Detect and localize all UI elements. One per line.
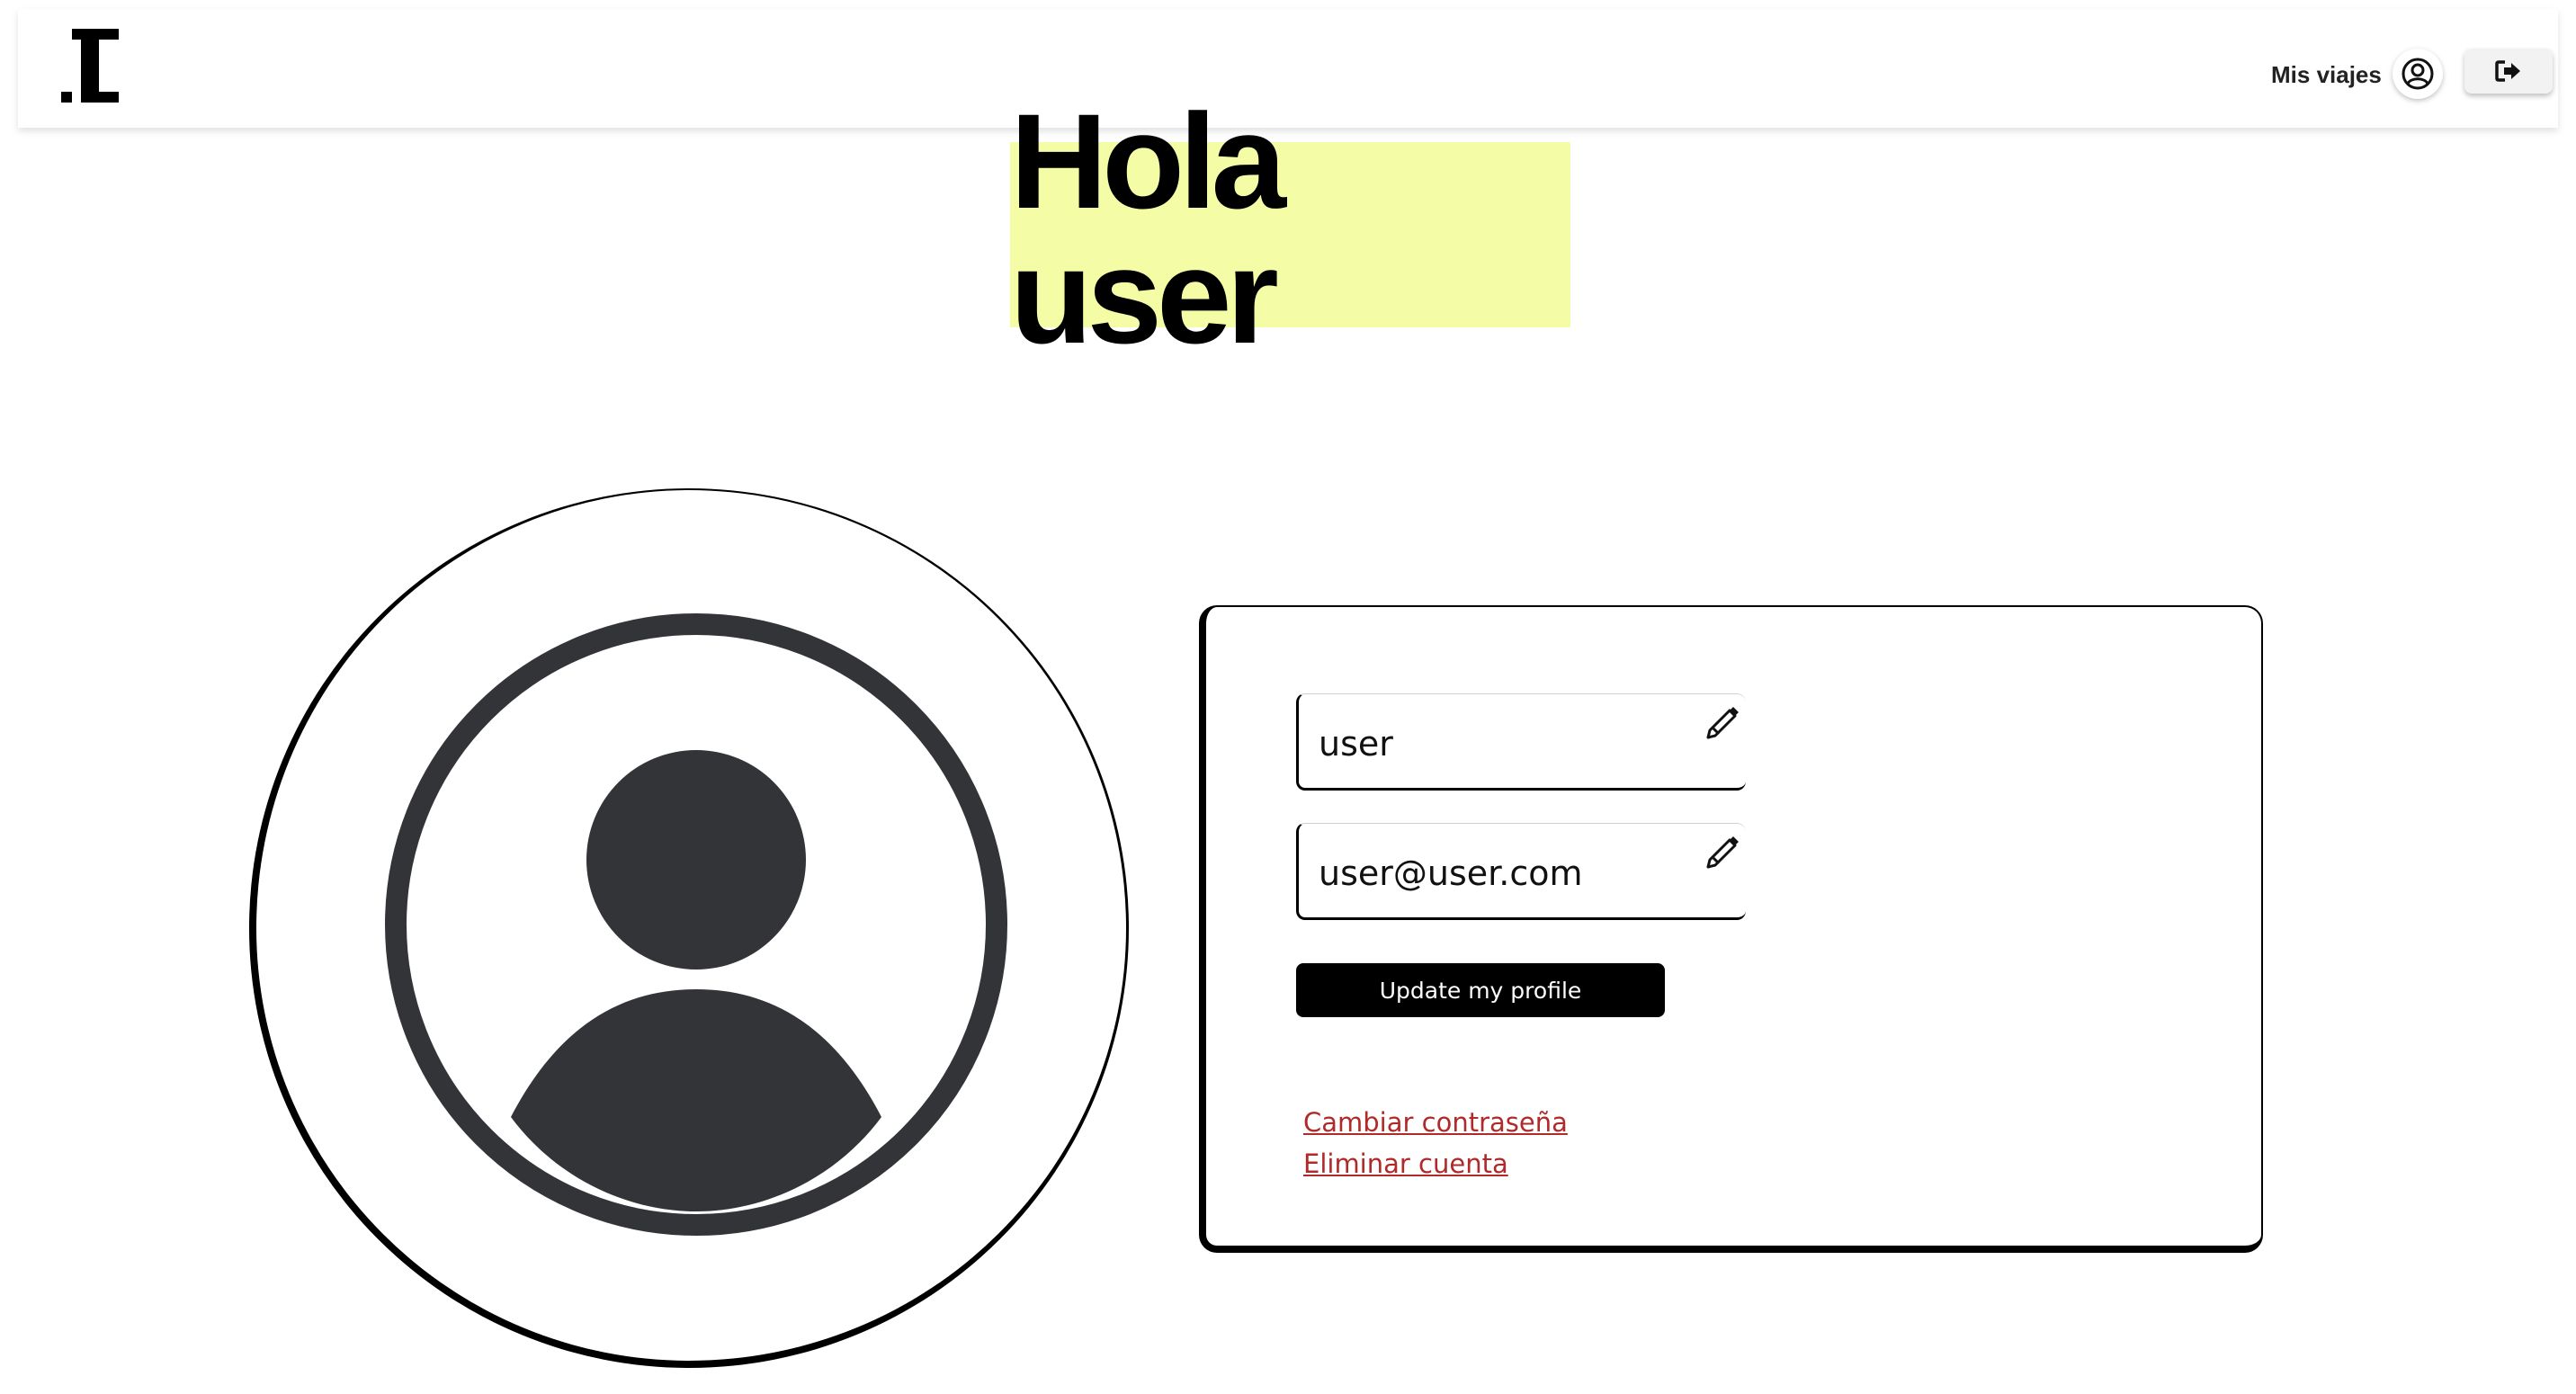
page: Mis viajes Hola user user user@user.com … [0,0,2576,1394]
profile-form-card: Update my profile Cambiar contraseña Eli… [1199,605,2263,1253]
pencil-icon[interactable] [1704,703,1742,741]
user-avatar-icon[interactable] [385,613,1007,1236]
logout-button[interactable] [2464,49,2553,94]
username-input[interactable] [1319,719,1660,768]
logout-icon [2495,60,2520,82]
user-circle-icon [2402,58,2434,90]
brand-logo-icon[interactable] [61,29,119,103]
change-password-link[interactable]: Cambiar contraseña [1303,1107,1568,1138]
email-input[interactable] [1319,849,1660,898]
email-field [1296,823,1746,920]
page-title-greeting: Hola user [1010,94,1570,363]
nav-link-my-trips[interactable]: Mis viajes [2271,61,2382,89]
profile-button[interactable] [2393,49,2443,99]
delete-account-link[interactable]: Eliminar cuenta [1303,1148,1508,1179]
update-profile-button[interactable]: Update my profile [1296,963,1665,1017]
pencil-icon[interactable] [1704,833,1742,871]
username-field [1296,693,1746,791]
